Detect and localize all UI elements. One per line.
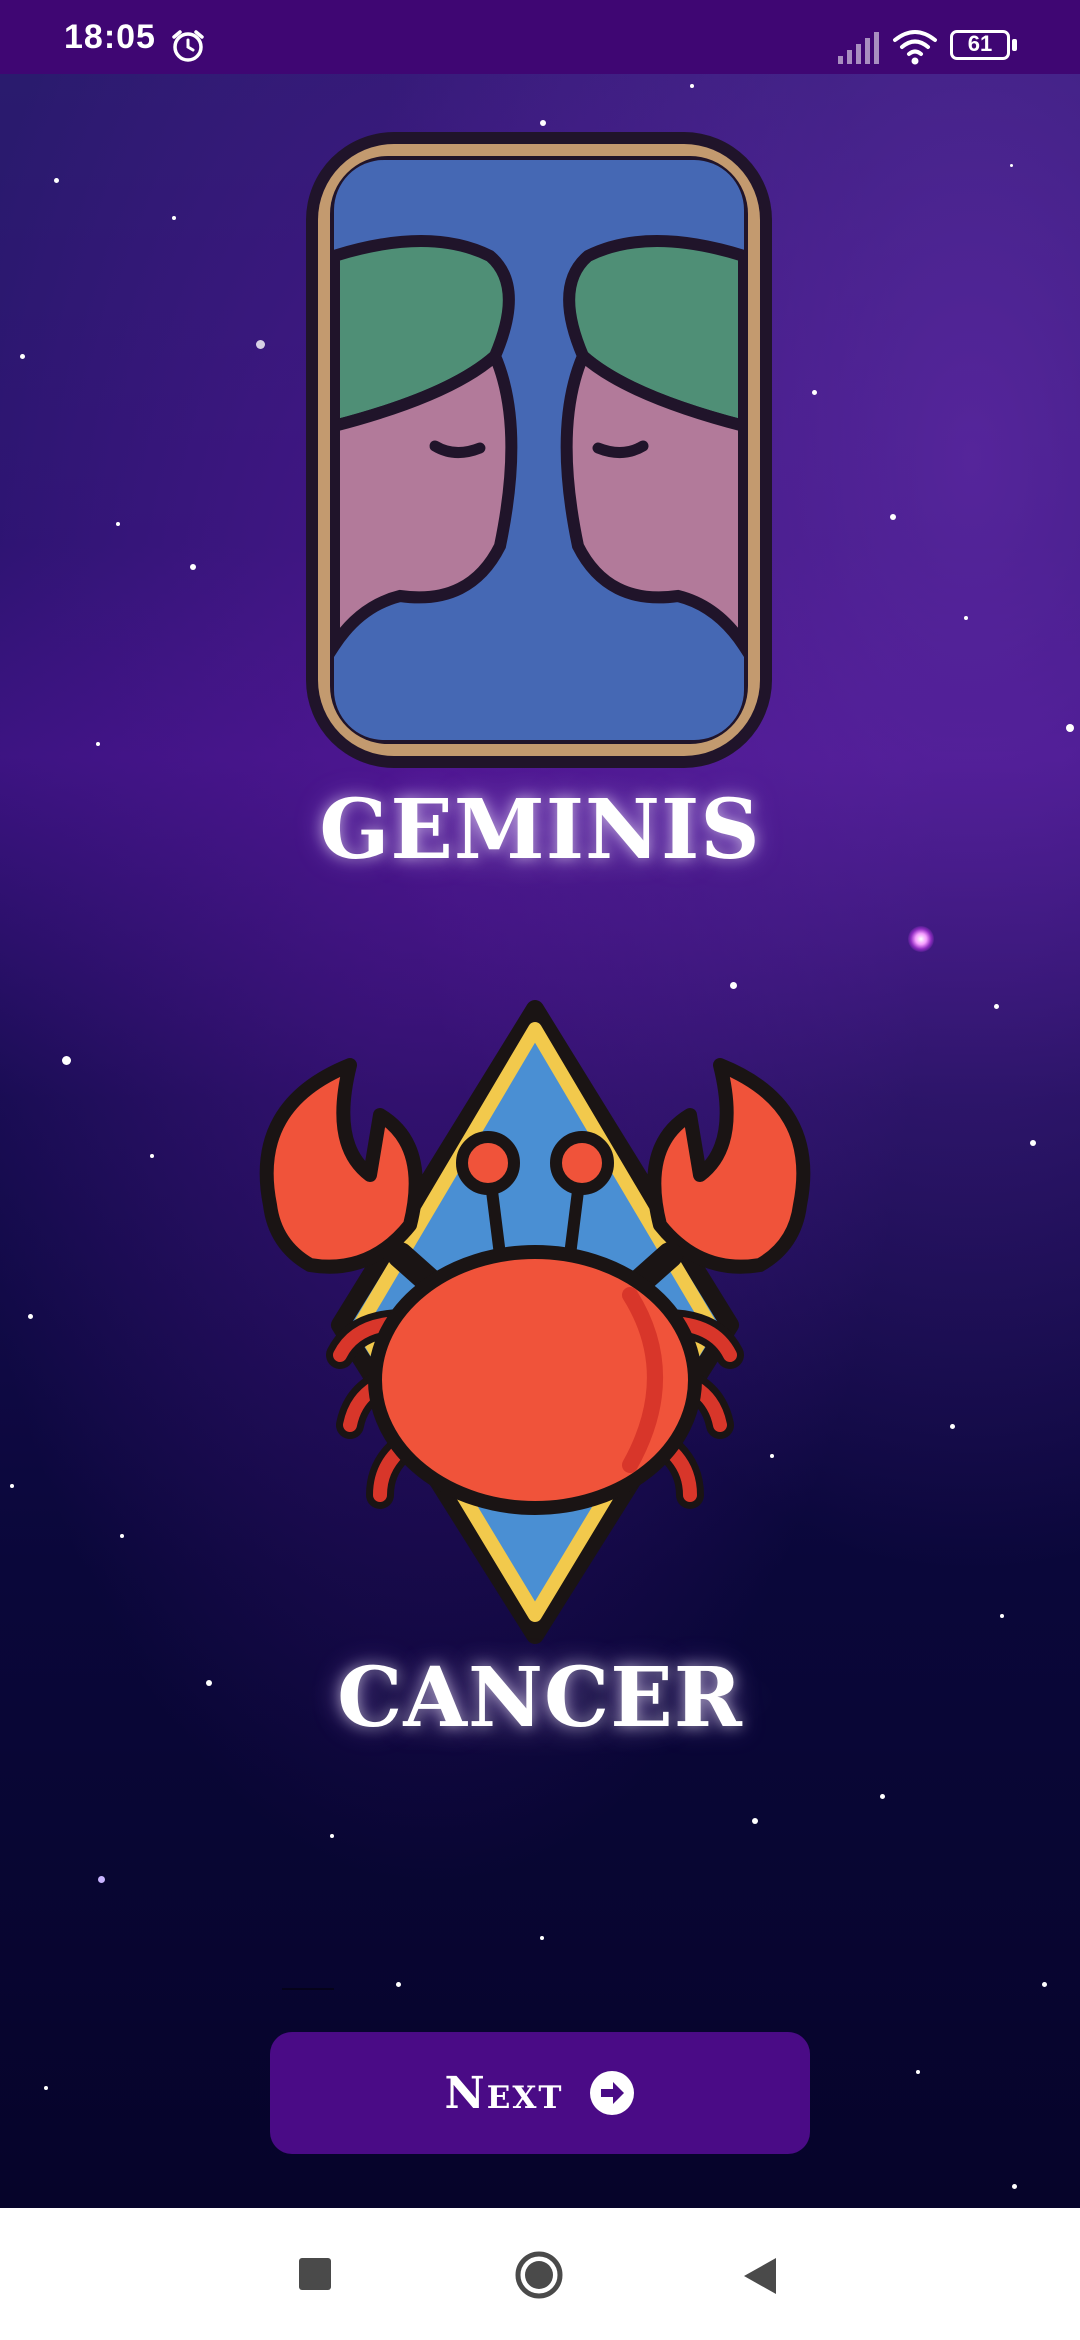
sign-title-cancer: CANCER [300, 1638, 780, 1758]
cancer-crab-icon[interactable] [210, 995, 860, 1645]
arrow-right-circle-icon [590, 2071, 635, 2115]
sign-title-geminis: GEMINIS [300, 770, 780, 890]
next-button[interactable]: Next [270, 2032, 810, 2154]
cell-signal-icon [838, 32, 879, 64]
navigation-bar [0, 2208, 1080, 2340]
clock: 18:05 [64, 18, 156, 56]
next-button-label: Next [444, 2067, 564, 2119]
back-triangle-icon[interactable] [742, 2256, 778, 2296]
battery-level: 61 [967, 31, 993, 56]
alarm-icon [172, 30, 204, 62]
battery-icon: 61 [950, 30, 1020, 64]
glowing-star [908, 926, 934, 952]
recents-square-icon[interactable] [299, 2258, 331, 2290]
gemini-icon[interactable] [300, 126, 778, 774]
wifi-icon [893, 30, 937, 65]
home-circle-icon[interactable] [514, 2250, 564, 2300]
divider [282, 1988, 334, 1990]
status-bar: 18:05 61 [0, 0, 1080, 74]
